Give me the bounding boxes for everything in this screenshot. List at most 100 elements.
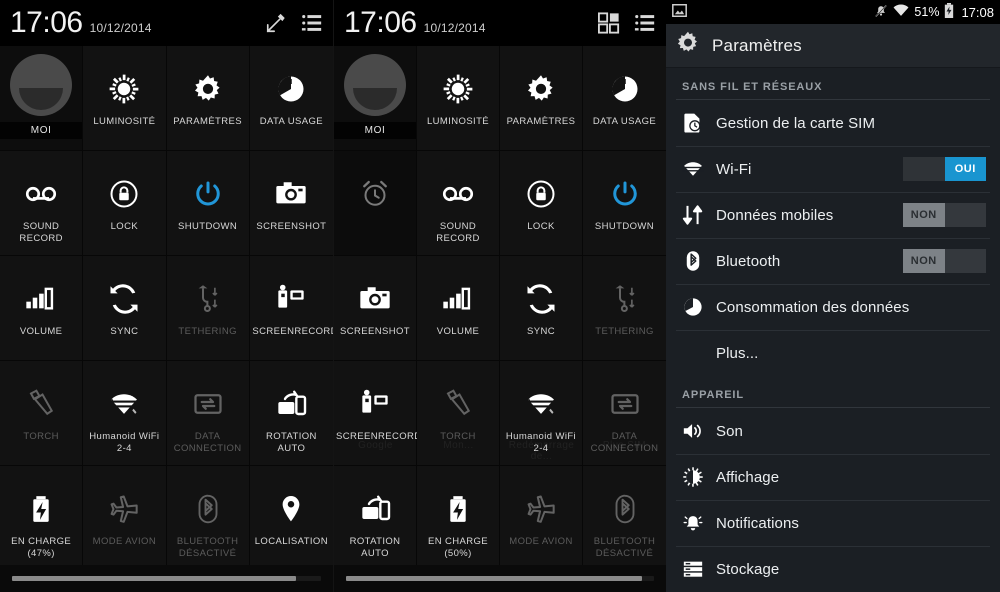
qs-tile-sound-record[interactable]: SOUND RECORD (417, 151, 500, 256)
qs-tile-label: SYNC (527, 326, 555, 337)
gear-icon (676, 31, 700, 60)
qs-tile-torch[interactable]: TORCH (0, 361, 84, 466)
page-title: Paramètres (712, 35, 802, 55)
usb-tethering-icon (610, 278, 640, 320)
battery-percent: 51% (914, 5, 940, 19)
settings-row-consommation-des-donn-es[interactable]: Consommation des données (666, 284, 1000, 330)
toggle-half-right[interactable] (944, 249, 986, 273)
qs-tile-alarm-clock-icon[interactable] (334, 151, 417, 256)
toggle-wi-fi[interactable]: OUI (903, 157, 986, 181)
qs-tile-tethering[interactable]: TETHERING (166, 256, 250, 361)
toggle-half-left[interactable]: NON (903, 203, 945, 227)
qs-tile-rotation-auto[interactable]: ROTATION AUTO (334, 466, 417, 571)
qs-tile-screenrecord[interactable]: SCREENRECORD (334, 361, 421, 466)
status-bar-left (672, 4, 687, 20)
qs-tile-mode-avion[interactable]: MODE AVION (83, 466, 167, 571)
settings-row-wi-fi[interactable]: Wi-Fi OUI (666, 146, 1000, 192)
qs-tile-label: PARAMÈTRES (173, 116, 242, 127)
power-icon (610, 173, 640, 215)
sync-icon (526, 278, 556, 320)
quick-settings-grid-middle: MOI LUMINOSITÉ PARAMÈTRES DATA USAGE SOUND R… (334, 46, 666, 571)
status-bar: 51% 17:08 (666, 0, 1000, 24)
qs-tile-param-tres[interactable]: PARAMÈTRES (166, 46, 250, 151)
qs-tile-label: TORCH (23, 431, 59, 442)
qs-tile-bluetooth-d-sactiv[interactable]: BLUETOOTH DÉSACTIVÉ (166, 466, 250, 571)
qs-tile-label: SCREENSHOT (256, 221, 327, 232)
qs-tile-screenshot[interactable]: SCREENSHOT (249, 151, 333, 256)
settings-row-stockage[interactable]: Stockage (666, 546, 1000, 592)
qs-tile-data-usage[interactable]: DATA USAGE (583, 46, 666, 151)
qs-tile-mode-avion[interactable]: MODE AVION (500, 466, 583, 571)
image-icon (672, 4, 687, 20)
avatar-icon (344, 54, 406, 116)
scrollbar-middle[interactable] (334, 565, 666, 592)
toggle-bluetooth[interactable]: NON (903, 249, 986, 273)
brightness-icon (443, 68, 473, 110)
data-usage-icon (276, 68, 306, 110)
settings-row-gestion-de-la-carte-sim[interactable]: Gestion de la carte SIM (666, 100, 1000, 146)
qs-tile-data-connection[interactable]: DATA CONNECTION (166, 361, 250, 466)
qs-tile-data-usage[interactable]: DATA USAGE (249, 46, 333, 151)
qs-tile-bluetooth-d-sactiv[interactable]: BLUETOOTH DÉSACTIVÉ (583, 466, 666, 571)
qs-tile-sync[interactable]: SYNC (500, 256, 583, 361)
settings-row-label: Affichage (716, 468, 780, 486)
notifications-icon (680, 512, 706, 534)
qs-tile-shutdown[interactable]: SHUTDOWN (166, 151, 250, 256)
list-icon[interactable] (301, 12, 323, 34)
sync-icon (109, 278, 139, 320)
qs-tile-localisation[interactable]: LOCALISATION (249, 466, 333, 571)
qs-tile-label: LUMINOSITÉ (93, 116, 156, 127)
list-icon[interactable] (634, 12, 656, 34)
settings-row-bluetooth[interactable]: Bluetooth NON (666, 238, 1000, 284)
qs-tile-data-connection[interactable]: DATA CONNECTION (583, 361, 666, 466)
qs-tile-volume[interactable]: VOLUME (0, 256, 84, 361)
qs-tile-label: SYNC (110, 326, 139, 337)
edit-icon[interactable] (265, 12, 287, 34)
airplane-icon (525, 488, 557, 530)
settings-row-donn-es-mobiles[interactable]: Données mobiles NON (666, 192, 1000, 238)
gear-icon (193, 68, 223, 110)
toggle-donn-es-mobiles[interactable]: NON (903, 203, 986, 227)
toggle-half-right[interactable]: OUI (944, 157, 986, 181)
qs-tile-label: SCREENSHOT (340, 326, 410, 337)
settings-row-son[interactable]: Son (666, 408, 1000, 454)
qs-tile-avatar-left[interactable]: MOI (0, 46, 84, 151)
qs-tile-screenrecord[interactable]: SCREENRECORD (249, 256, 333, 361)
scrollbar-thumb-left[interactable] (12, 576, 297, 581)
header-icons-middle (598, 12, 656, 34)
qs-tile-lock[interactable]: LOCK (500, 151, 583, 256)
scrollbar-left[interactable] (0, 565, 333, 592)
settings-row-plus[interactable]: Plus... (666, 330, 1000, 376)
section-header: SANS FIL ET RÉSEAUX (682, 81, 823, 93)
qs-tile-luminosit[interactable]: LUMINOSITÉ (83, 46, 167, 151)
qs-tile-sync[interactable]: SYNC (83, 256, 167, 361)
scrollbar-track-middle[interactable] (346, 576, 654, 581)
qs-tile-luminosit[interactable]: LUMINOSITÉ (417, 46, 500, 151)
rotation-icon (275, 383, 307, 425)
mute-icon (874, 4, 888, 21)
scrollbar-track-left[interactable] (12, 576, 321, 581)
qs-tile-humanoid-wifi-2-4[interactable]: Humanoid WiFi 2-4 (83, 361, 167, 466)
grid-icon[interactable] (598, 12, 620, 34)
qs-tile-en-charge-50[interactable]: EN CHARGE (50%) (417, 466, 500, 571)
qs-tile-volume[interactable]: VOLUME (417, 256, 500, 361)
settings-row-label: Son (716, 422, 743, 440)
qs-tile-humanoid-wifi-2-4[interactable]: Humanoid WiFi 2-4 (500, 361, 583, 466)
qs-tile-screenshot[interactable]: SCREENSHOT (334, 256, 417, 361)
qs-tile-sound-record[interactable]: SOUND RECORD (0, 151, 84, 256)
toggle-half-left[interactable]: NON (903, 249, 945, 273)
qs-tile-en-charge-47[interactable]: EN CHARGE (47%) (0, 466, 84, 571)
qs-tile-torch[interactable]: TORCH (417, 361, 500, 466)
toggle-half-left[interactable] (903, 157, 945, 181)
settings-row-affichage[interactable]: Affichage (666, 454, 1000, 500)
settings-row-notifications[interactable]: Notifications (666, 500, 1000, 546)
qs-tile-rotation-auto[interactable]: ROTATION AUTO (249, 361, 333, 466)
qs-tile-avatar-middle[interactable]: MOI (334, 46, 417, 151)
qs-tile-lock[interactable]: LOCK (83, 151, 167, 256)
qs-tile-shutdown[interactable]: SHUTDOWN (583, 151, 666, 256)
scrollbar-thumb-middle[interactable] (346, 576, 642, 581)
qs-tile-tethering[interactable]: TETHERING (583, 256, 666, 361)
qs-tile-param-tres[interactable]: PARAMÈTRES (500, 46, 583, 151)
toggle-half-right[interactable] (944, 203, 986, 227)
settings-title-bar: Paramètres (666, 24, 1000, 68)
